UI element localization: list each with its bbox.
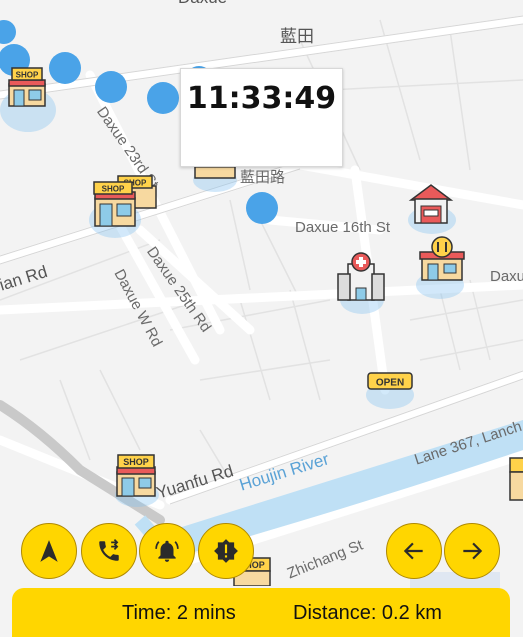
shop-poi-icon[interactable] [508,452,523,509]
bell-icon [155,540,179,562]
street-label-daxue-right: Daxue [490,268,523,285]
fire-station-icon[interactable] [408,182,454,231]
distance-text: Distance: 0.2 km [293,602,442,624]
call-button[interactable] [81,523,137,579]
svg-text:SHOP: SHOP [102,185,125,194]
arrow-left-icon [403,542,423,560]
route-marker [49,52,81,84]
route-marker [147,82,179,114]
svg-text:SHOP: SHOP [123,457,149,467]
shop-poi-icon[interactable]: SHOP SHOP [92,172,162,235]
svg-text:OPEN: OPEN [376,378,404,389]
street-label-lantian-road: 藍田路 [240,169,286,186]
alert-badge-icon [214,539,238,563]
restaurant-poi-icon[interactable] [418,236,466,289]
phone-forward-icon [99,539,119,561]
route-marker [95,71,127,103]
route-status-bar: Time: 2 mins Distance: 0.2 km [12,588,510,637]
previous-button[interactable] [386,523,442,579]
street-label-daxue-16th: Daxue 16th St [295,219,391,236]
arrow-right-icon [463,542,483,560]
shop-poi-icon[interactable]: SHOP [112,452,160,505]
clock-time: 11:33:49 [186,81,337,116]
alert-button[interactable] [198,523,254,579]
next-button[interactable] [444,523,500,579]
navigate-button[interactable] [21,523,77,579]
navigation-arrow-icon [40,540,58,562]
open-sign-poi-icon[interactable]: OPEN [366,370,414,397]
shop-poi-icon[interactable]: SHOP [4,66,50,115]
clock-popup: 11:33:49 [180,68,343,167]
street-label-daxue-top: Daxue [178,0,227,8]
svg-text:SHOP: SHOP [16,71,39,80]
eta-text: Time: 2 mins [122,602,236,624]
route-marker [246,192,278,224]
alarm-button[interactable] [139,523,195,579]
area-label-lantian: 藍田 [280,27,314,46]
hospital-poi-icon[interactable] [336,250,386,307]
